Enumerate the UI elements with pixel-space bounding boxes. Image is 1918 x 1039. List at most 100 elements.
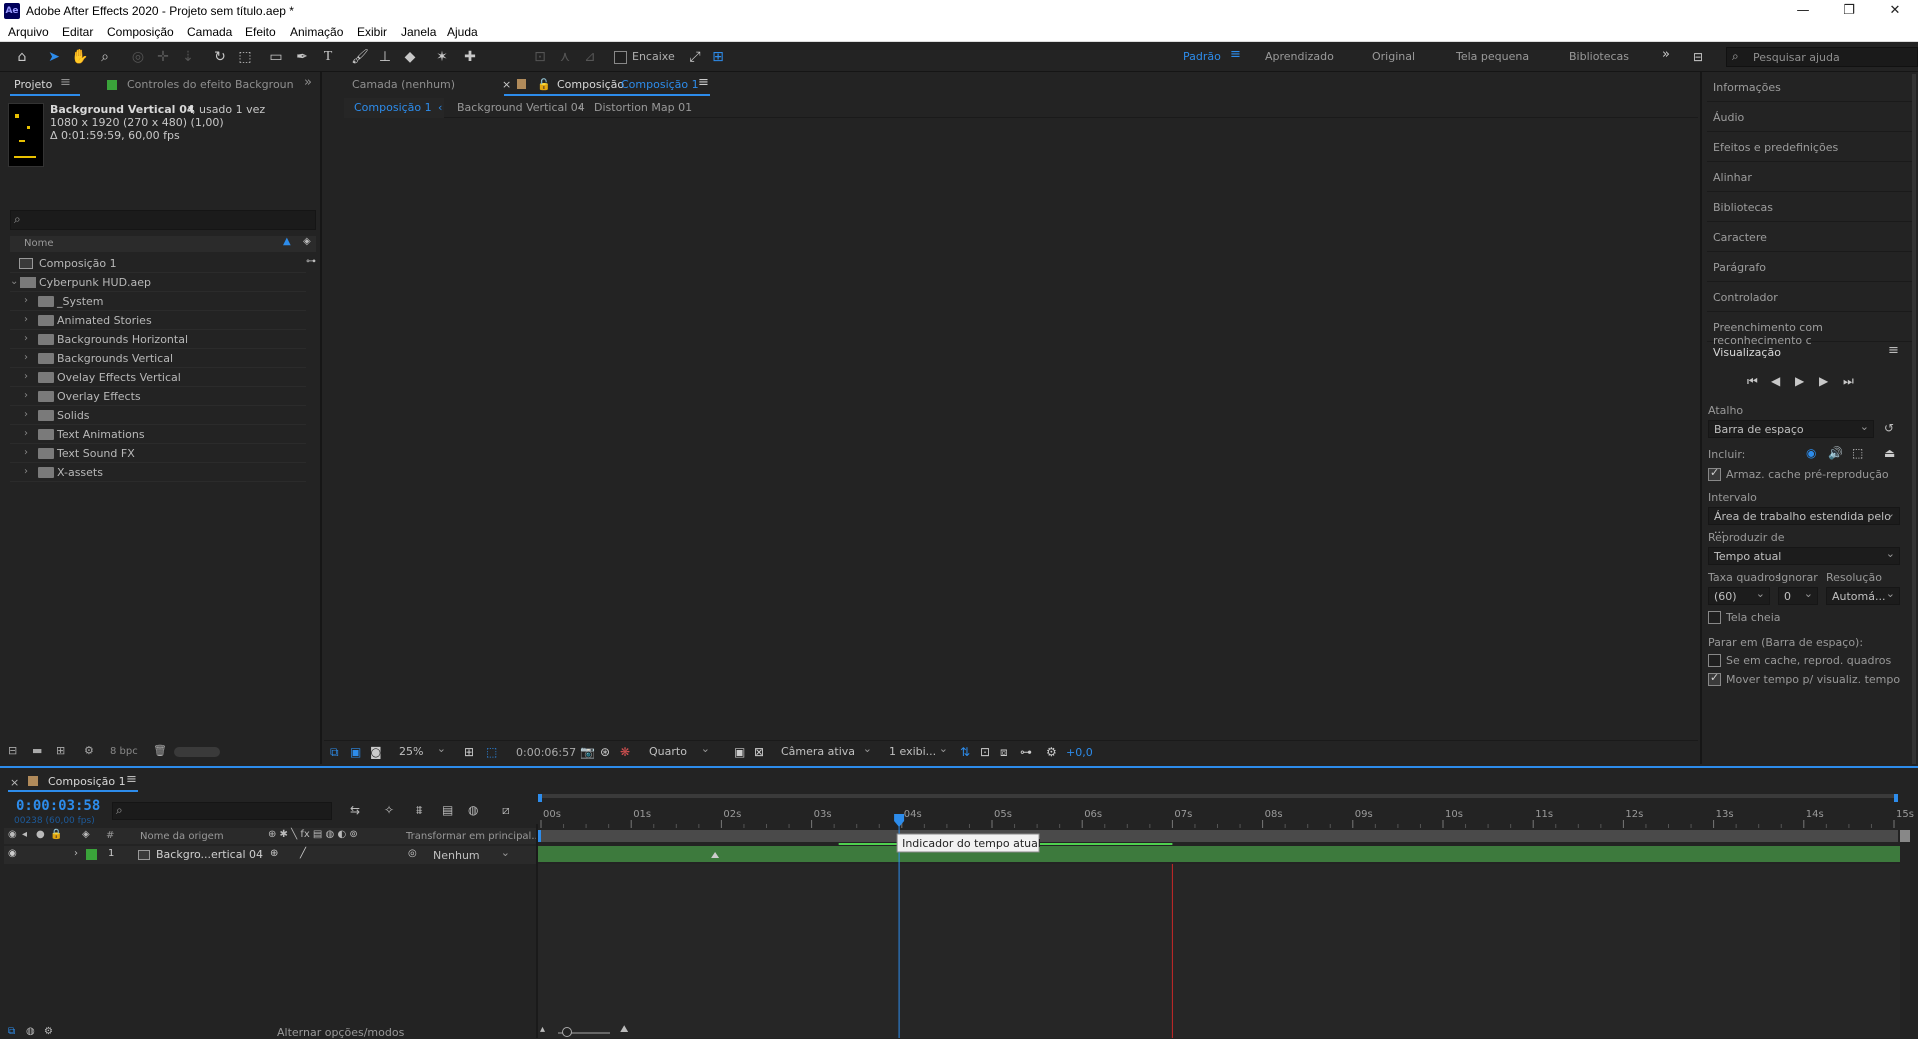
list-item[interactable]: › Animated Stories bbox=[10, 311, 306, 330]
eraser-tool-icon[interactable]: ◆ bbox=[400, 47, 420, 67]
zoom-dropdown[interactable]: 25% bbox=[394, 742, 450, 761]
panel-item[interactable]: Controlador bbox=[1707, 282, 1912, 312]
play-from-dropdown[interactable]: Tempo atual bbox=[1708, 547, 1900, 565]
snapshot-camera-icon[interactable]: 📷 bbox=[580, 745, 595, 759]
axis-world-icon[interactable]: ⋏ bbox=[555, 47, 575, 67]
chevron-right-icon[interactable]: › bbox=[74, 848, 78, 859]
frame-blending-icon[interactable]: ▤ bbox=[442, 803, 453, 817]
close-tab-icon[interactable]: × bbox=[10, 776, 19, 789]
zoom-tool-icon[interactable]: ⌕ bbox=[95, 47, 115, 67]
quality-icon[interactable]: ╱ bbox=[300, 848, 306, 859]
time-navigator[interactable] bbox=[538, 794, 1898, 798]
cache-checkbox[interactable] bbox=[1708, 466, 1721, 481]
close-tab-icon[interactable]: × bbox=[502, 78, 511, 91]
tab-menu-icon[interactable]: ≡ bbox=[698, 75, 709, 90]
interpret-footage-icon[interactable]: ⊟ bbox=[8, 744, 17, 757]
previous-frame-icon[interactable]: ◀ bbox=[1771, 374, 1780, 388]
workspace-menu-icon[interactable]: ≡ bbox=[1230, 47, 1241, 62]
project-settings-icon[interactable]: ⚙ bbox=[84, 744, 94, 757]
transfer-controls-icon[interactable]: ◍ bbox=[26, 1026, 35, 1037]
puppet-tool-icon[interactable]: ✚ bbox=[460, 47, 480, 67]
label-tag-icon[interactable]: ◈ bbox=[303, 236, 311, 247]
layer-search-input[interactable] bbox=[112, 802, 332, 820]
project-search-input[interactable] bbox=[10, 210, 316, 230]
source-name-header[interactable]: Nome da origem bbox=[140, 831, 224, 842]
close-button[interactable]: ✕ bbox=[1872, 0, 1918, 22]
solo-icon[interactable]: ● bbox=[36, 829, 45, 840]
workspace-bibliotecas[interactable]: Bibliotecas bbox=[1569, 50, 1629, 63]
always-preview-icon[interactable]: ⧉ bbox=[330, 745, 339, 760]
include-overlays-icon[interactable]: ⬚ bbox=[1852, 446, 1863, 460]
track-area[interactable] bbox=[538, 864, 1900, 1038]
chevron-right-icon[interactable]: › bbox=[24, 333, 28, 344]
axis-view-icon[interactable]: ⊿ bbox=[580, 47, 600, 67]
work-area-bar[interactable] bbox=[538, 830, 1898, 842]
toggle-switches-modes[interactable]: Alternar opções/modos bbox=[277, 1026, 404, 1039]
collapse-transform-icon[interactable]: ⊕ bbox=[270, 848, 278, 859]
selection-tool-icon[interactable]: ➤ bbox=[44, 47, 64, 67]
audio-toggle-icon[interactable]: ◂ bbox=[22, 829, 27, 840]
chevron-right-icon[interactable]: › bbox=[24, 428, 28, 439]
comp-mini-flowchart-icon[interactable]: ⇆ bbox=[350, 803, 360, 817]
list-item[interactable]: › Text Animations bbox=[10, 425, 306, 444]
viewer-timecode[interactable]: 0:00:06:57 bbox=[516, 746, 576, 759]
list-item[interactable]: › Solids bbox=[10, 406, 306, 425]
fit-grid-icon[interactable]: ⊞ bbox=[464, 745, 474, 759]
label-tag-icon[interactable]: ◈ bbox=[82, 829, 90, 840]
workspace-tela-pequena[interactable]: Tela pequena bbox=[1456, 50, 1529, 63]
help-search-input[interactable]: Pesquisar ajuda bbox=[1726, 47, 1918, 67]
end-marker[interactable] bbox=[1900, 830, 1910, 842]
layer-duration-bar[interactable] bbox=[538, 846, 1900, 862]
last-frame-icon[interactable]: ⏭ bbox=[1843, 374, 1854, 389]
chevron-right-icon[interactable]: › bbox=[24, 447, 28, 458]
in-out-icon[interactable]: ⚙ bbox=[44, 1026, 53, 1037]
delete-icon[interactable]: 🗑 bbox=[153, 744, 167, 757]
sort-ascending-icon[interactable]: ▲ bbox=[283, 236, 291, 247]
clone-stamp-tool-icon[interactable]: ⊥ bbox=[375, 47, 395, 67]
timeline-tab[interactable]: Composição 1 bbox=[48, 775, 126, 788]
hand-tool-icon[interactable]: ✋ bbox=[70, 47, 90, 67]
include-video-icon[interactable]: ◉ bbox=[1806, 446, 1816, 460]
snap-options-icon[interactable]: ⤢ bbox=[685, 47, 705, 67]
tab-camada[interactable]: Camada (nenhum) bbox=[352, 78, 455, 91]
views-dropdown[interactable]: 1 exibi... bbox=[884, 742, 952, 761]
panel-menu-icon[interactable]: ≡ bbox=[1888, 343, 1899, 358]
flowchart-icon[interactable]: ⊶ bbox=[306, 256, 316, 267]
fast-previews-icon[interactable]: ▣ bbox=[734, 745, 745, 759]
pen-tool-icon[interactable]: ✒ bbox=[292, 47, 312, 67]
tab-composicao-name[interactable]: Composição 1 bbox=[621, 78, 699, 91]
zoom-slider-handle[interactable] bbox=[562, 1027, 572, 1037]
chevron-right-icon[interactable]: › bbox=[24, 295, 28, 306]
menu-animacao[interactable]: Animação bbox=[290, 25, 343, 39]
timeline-icon[interactable]: ⧈ bbox=[1000, 745, 1008, 760]
home-icon[interactable]: ⌂ bbox=[12, 47, 32, 67]
panel-item[interactable]: Preenchimento com reconhecimento c bbox=[1707, 312, 1912, 347]
breadcrumb-item[interactable]: Composição 1 bbox=[354, 101, 432, 114]
resolution-dropdown[interactable]: Quarto bbox=[644, 742, 714, 761]
pan-behind-tool-icon[interactable]: ⬚ bbox=[235, 47, 255, 67]
shortcut-dropdown[interactable]: Barra de espaço bbox=[1708, 420, 1874, 438]
list-item[interactable]: › Ovelay Effects Vertical bbox=[10, 368, 306, 387]
play-stop-icon[interactable]: ▶ bbox=[1795, 374, 1804, 388]
brush-tool-icon[interactable]: 🖌 bbox=[350, 47, 370, 67]
workspace-original[interactable]: Original bbox=[1372, 50, 1415, 63]
chevron-right-icon[interactable]: › bbox=[24, 314, 28, 325]
list-item[interactable]: ⌄ Cyberpunk HUD.aep bbox=[10, 273, 306, 292]
column-name-header[interactable]: Nome bbox=[24, 238, 54, 249]
toggle-mask-icon[interactable]: ⊡ bbox=[980, 745, 990, 759]
monitor-icon[interactable]: ▣ bbox=[350, 745, 361, 759]
menu-ajuda[interactable]: Ajuda bbox=[447, 25, 478, 39]
panel-item[interactable]: Bibliotecas bbox=[1707, 192, 1912, 222]
draft-3d-icon[interactable]: ✧ bbox=[384, 803, 394, 817]
panel-item[interactable]: Informações bbox=[1707, 72, 1912, 102]
chevron-right-icon[interactable]: › bbox=[24, 352, 28, 363]
chevron-right-icon[interactable]: › bbox=[24, 371, 28, 382]
list-item[interactable]: › Text Sound FX bbox=[10, 444, 306, 463]
tab-menu-icon[interactable]: ≡ bbox=[60, 75, 71, 90]
menu-camada[interactable]: Camada bbox=[187, 25, 232, 39]
list-item[interactable]: Composição 1 bbox=[10, 254, 306, 273]
interval-dropdown[interactable]: Área de trabalho estendida pelo ... bbox=[1708, 507, 1900, 536]
video-toggle-icon[interactable]: ◉ bbox=[8, 829, 17, 840]
vr-glasses-icon[interactable]: ◙ bbox=[370, 745, 382, 759]
workspace-padrao[interactable]: Padrão bbox=[1183, 50, 1221, 63]
